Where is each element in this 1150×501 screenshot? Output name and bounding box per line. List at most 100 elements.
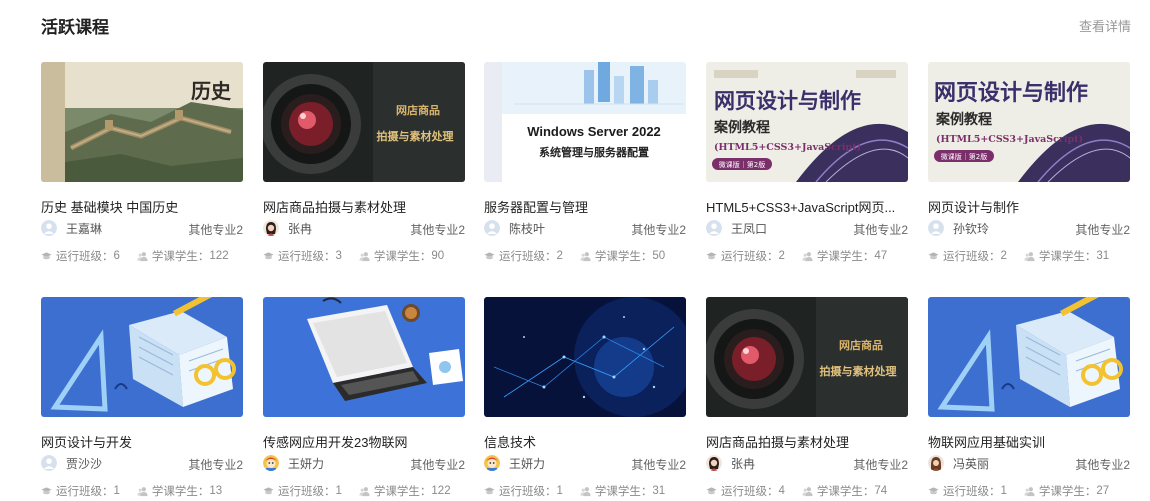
class-count-value: 1 (335, 485, 342, 497)
course-title[interactable]: 物联网应用基础实训 (928, 432, 1130, 451)
course-stats: 运行班级： 1 学课学生： 122 (263, 483, 451, 499)
course-cover-image[interactable]: 网店商品 拍摄与素材处理 (263, 62, 465, 182)
student-count-label: 学课学生： (373, 251, 432, 263)
major-label: 其他专业2 (853, 458, 908, 472)
course-title[interactable]: 服务器配置与管理 (484, 197, 686, 216)
people-icon (359, 486, 370, 497)
teacher-name: 王妍力 (509, 456, 546, 471)
people-icon (1024, 486, 1035, 497)
major-label: 其他专业2 (1075, 223, 1130, 237)
course-stats: 运行班级： 2 学课学生： 50 (484, 248, 665, 264)
course-cover-image[interactable]: 网页设计与制作 案例教程 (HTML5+CSS3+JavaScript) 微课版… (928, 62, 1130, 182)
course-card[interactable]: 网页设计与开发 贾沙沙 其他专业2 运行班级： 1 学课学生： 13 (41, 297, 243, 498)
teacher-info: 王妍力 (484, 455, 545, 471)
course-card[interactable]: Windows Server 2022 系统管理与服务器配置 服务器配置与管理 … (484, 62, 686, 264)
student-count-value: 47 (874, 250, 888, 262)
course-cover-image[interactable]: 历史 (41, 62, 243, 182)
student-count: 学课学生： 47 (802, 248, 887, 264)
course-card[interactable]: 网店商品 拍摄与素材处理 网店商品拍摄与素材处理 张冉 其他专业2 运行班级： … (263, 62, 465, 264)
people-icon (580, 251, 591, 262)
course-title[interactable]: 历史 基础模块 中国历史 (41, 197, 243, 216)
student-count-label: 学课学生： (594, 251, 653, 263)
class-count-label: 运行班级： (499, 486, 557, 498)
course-card[interactable]: 历史 历史 基础模块 中国历史 王嘉琳 其他专业2 运行班级： 6 学课学生： … (41, 62, 243, 263)
class-count-label: 运行班级： (56, 251, 114, 263)
class-count-value: 6 (113, 250, 120, 262)
course-cover-image[interactable]: 网页设计与制作 案例教程 (HTML5+CSS3+JavaScript) 微课版… (706, 62, 908, 182)
teacher-avatar (41, 220, 57, 236)
major-label: 其他专业2 (853, 223, 908, 237)
course-card[interactable]: 传感网应用开发23物联网 王妍力 其他专业2 运行班级： 1 学课学生： 122 (263, 297, 465, 499)
teacher-avatar (41, 455, 57, 471)
class-count: 运行班级： 1 (928, 483, 1007, 499)
student-count-label: 学课学生： (816, 251, 875, 263)
course-cover-image[interactable]: Windows Server 2022 系统管理与服务器配置 (484, 62, 686, 182)
course-title[interactable]: HTML5+CSS3+JavaScript网页... (706, 197, 908, 216)
people-icon (802, 251, 813, 262)
graduation-cap-icon (706, 251, 717, 262)
student-count: 学课学生： 74 (802, 483, 887, 499)
teacher-avatar (263, 455, 279, 471)
course-title[interactable]: 传感网应用开发23物联网 (263, 432, 465, 451)
view-details-link[interactable]: 查看详情 (1079, 16, 1131, 35)
student-count: 学课学生： 31 (1024, 248, 1109, 264)
student-count: 学课学生： 122 (359, 483, 451, 499)
course-cover-image[interactable] (928, 297, 1130, 417)
svg-text:案例教程: 案例教程 (713, 119, 770, 136)
course-card[interactable]: 信息技术 王妍力 其他专业2 运行班级： 1 学课学生： 31 (484, 297, 686, 499)
course-card[interactable]: 网页设计与制作 案例教程 (HTML5+CSS3+JavaScript) 微课版… (706, 62, 908, 264)
teacher-avatar (484, 455, 500, 471)
class-count-value: 2 (778, 250, 785, 262)
teacher-avatar (928, 220, 944, 236)
teacher-info: 陈枝叶 (484, 220, 545, 236)
svg-text:系统管理与服务器配置: 系统管理与服务器配置 (539, 145, 649, 159)
course-title[interactable]: 网页设计与制作 (928, 197, 1130, 216)
course-title[interactable]: 信息技术 (484, 432, 686, 451)
svg-text:(HTML5+CSS3+JavaScript): (HTML5+CSS3+JavaScript) (714, 142, 861, 153)
course-cover-image[interactable]: 网店商品 拍摄与素材处理 (706, 297, 908, 417)
course-card[interactable]: 网店商品 拍摄与素材处理 网店商品拍摄与素材处理 张冉 其他专业2 运行班级： … (706, 297, 908, 499)
svg-text:案例教程: 案例教程 (935, 111, 992, 128)
course-cover-image[interactable] (41, 297, 243, 417)
graduation-cap-icon (41, 251, 52, 262)
course-cover-image[interactable] (263, 297, 465, 417)
course-card[interactable]: 网页设计与制作 案例教程 (HTML5+CSS3+JavaScript) 微课版… (928, 62, 1130, 264)
class-count-label: 运行班级： (721, 486, 779, 498)
teacher-info: 张冉 (263, 220, 312, 236)
class-count-label: 运行班级： (56, 486, 114, 498)
major-label: 其他专业2 (188, 223, 243, 237)
student-count-value: 122 (431, 485, 451, 497)
graduation-cap-icon (928, 486, 939, 497)
course-title[interactable]: 网店商品拍摄与素材处理 (706, 432, 908, 451)
course-card[interactable]: 物联网应用基础实训 冯英丽 其他专业2 运行班级： 1 学课学生： 27 (928, 297, 1130, 499)
course-cover-image[interactable] (484, 297, 686, 417)
class-count-label: 运行班级： (278, 251, 336, 263)
teacher-avatar (928, 455, 944, 471)
class-count-label: 运行班级： (943, 251, 1001, 263)
people-icon (359, 251, 370, 262)
major-label: 其他专业2 (410, 223, 465, 237)
class-count: 运行班级： 2 (484, 248, 563, 264)
class-count: 运行班级： 2 (706, 248, 785, 264)
class-count: 运行班级： 1 (484, 483, 563, 499)
student-count-label: 学课学生： (373, 486, 432, 498)
course-title[interactable]: 网页设计与开发 (41, 432, 243, 451)
student-count-value: 13 (209, 485, 223, 497)
teacher-info: 王凤口 (706, 220, 767, 236)
svg-text:(HTML5+CSS3+JavaScript): (HTML5+CSS3+JavaScript) (936, 134, 1083, 145)
class-count: 运行班级： 2 (928, 248, 1007, 264)
class-count-value: 1 (113, 485, 120, 497)
class-count: 运行班级： 3 (263, 248, 342, 264)
student-count-label: 学课学生： (816, 486, 875, 498)
svg-text:拍摄与素材处理: 拍摄与素材处理 (820, 364, 897, 378)
class-count-label: 运行班级： (943, 486, 1001, 498)
teacher-avatar (484, 220, 500, 236)
course-stats: 运行班级： 4 学课学生： 74 (706, 483, 887, 499)
svg-text:历史: 历史 (191, 79, 232, 103)
major-label: 其他专业2 (631, 223, 686, 237)
people-icon (137, 251, 148, 262)
course-title[interactable]: 网店商品拍摄与素材处理 (263, 197, 465, 216)
svg-text:网店商品: 网店商品 (839, 338, 883, 352)
teacher-name: 张冉 (288, 221, 313, 236)
class-count-value: 1 (556, 485, 563, 497)
